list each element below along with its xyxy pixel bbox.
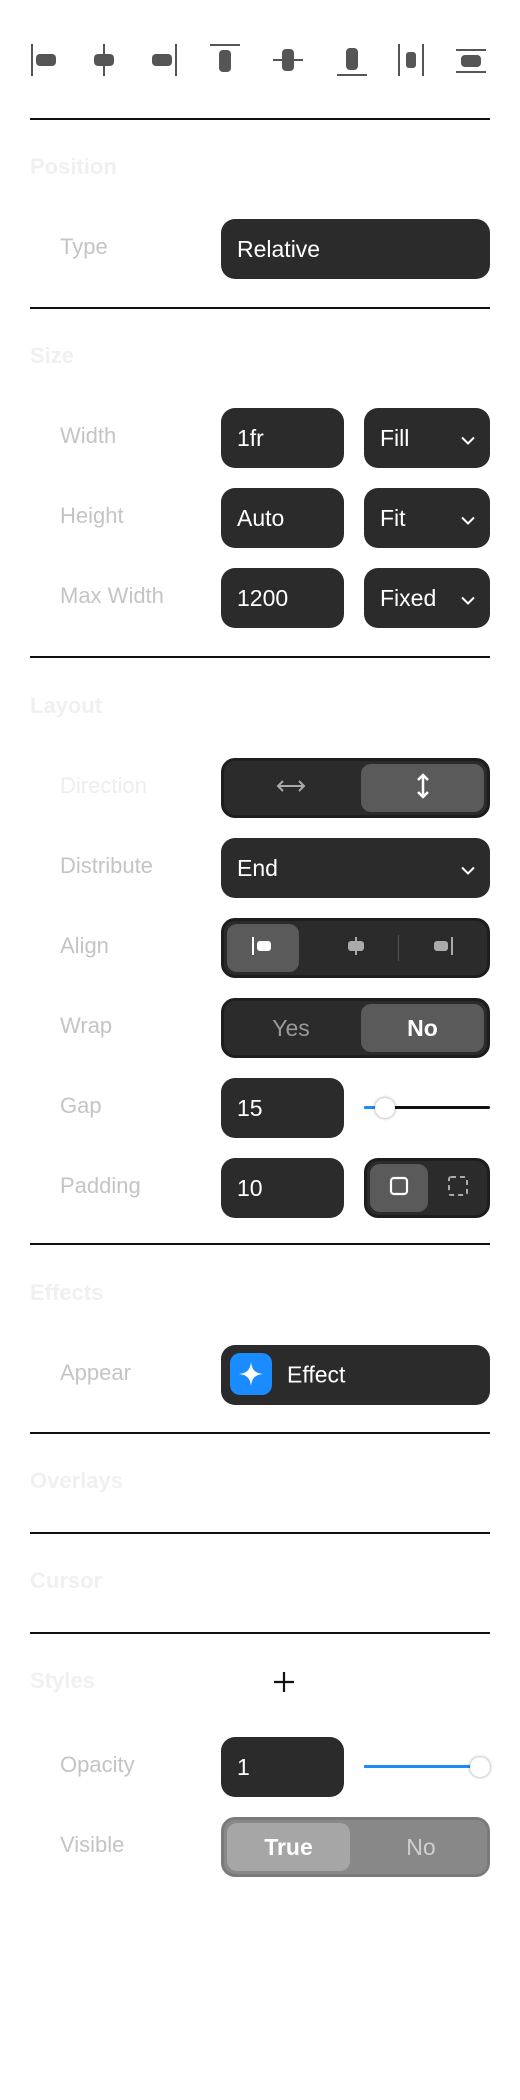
align-center-vertical-icon[interactable]: [271, 42, 305, 83]
gap-input[interactable]: 15: [221, 1078, 344, 1138]
distribute-select[interactable]: End: [221, 838, 490, 898]
max-width-value: 1200: [237, 584, 289, 611]
distribute-horizontal-icon[interactable]: [396, 42, 426, 83]
gap-slider[interactable]: [364, 1096, 490, 1120]
effect-label: Effect: [287, 1361, 346, 1388]
section-title-effects: Effects: [30, 1280, 104, 1305]
visible-true-button[interactable]: True: [227, 1823, 350, 1871]
divider: [30, 1243, 490, 1245]
direction-toggle: [221, 758, 490, 818]
divider: [30, 1632, 490, 1634]
align-left-icon[interactable]: [30, 42, 62, 83]
section-title-overlays[interactable]: Overlays: [30, 1468, 123, 1494]
chevron-down-icon: [460, 585, 476, 612]
align-toggle: [221, 918, 490, 978]
width-value: 1fr: [237, 424, 264, 451]
section-title-size: Size: [30, 343, 75, 368]
slider-thumb[interactable]: [375, 1098, 395, 1118]
visible-no-button[interactable]: No: [358, 1823, 484, 1871]
direction-vertical-button[interactable]: [361, 764, 484, 812]
height-label: Height: [60, 503, 124, 528]
chevron-down-icon: [460, 425, 476, 452]
distribute-value: End: [237, 854, 278, 881]
align-center-icon: [343, 935, 369, 962]
align-end-button[interactable]: [406, 924, 478, 972]
width-mode-value: Fill: [380, 424, 410, 451]
max-width-label: Max Width: [60, 583, 164, 608]
padding-value: 10: [237, 1174, 263, 1201]
gap-label: Gap: [60, 1093, 102, 1118]
type-label: Type: [60, 234, 108, 259]
section-title-cursor[interactable]: Cursor: [30, 1568, 102, 1594]
opacity-label: Opacity: [60, 1752, 135, 1777]
height-mode-select[interactable]: Fit: [364, 488, 490, 548]
arrow-horizontal-icon: [274, 778, 308, 799]
opacity-input[interactable]: 1: [221, 1737, 344, 1797]
padding-uniform-button[interactable]: [370, 1164, 428, 1212]
align-top-icon[interactable]: [208, 42, 242, 83]
height-mode-value: Fit: [380, 504, 406, 531]
max-width-mode-value: Fixed: [380, 584, 437, 611]
divider: [30, 656, 490, 658]
divider: [30, 118, 490, 120]
section-title-position: Position: [30, 154, 117, 179]
direction-horizontal-button[interactable]: [227, 764, 355, 812]
height-input[interactable]: Auto: [221, 488, 344, 548]
opacity-slider[interactable]: [364, 1755, 490, 1779]
align-center-horizontal-icon[interactable]: [88, 42, 120, 83]
divider: [30, 307, 490, 309]
chevron-down-icon: [460, 855, 476, 882]
plus-icon[interactable]: [272, 1670, 296, 1699]
align-start-icon: [250, 935, 276, 962]
dashed-square-icon: [446, 1174, 470, 1203]
slider-fill: [364, 1765, 480, 1768]
align-bottom-icon[interactable]: [335, 42, 369, 83]
padding-label: Padding: [60, 1173, 141, 1198]
type-select[interactable]: Relative: [221, 219, 490, 279]
wrap-yes-button[interactable]: Yes: [227, 1004, 355, 1052]
opacity-value: 1: [237, 1753, 250, 1780]
distribute-label: Distribute: [60, 853, 153, 878]
wrap-label: Wrap: [60, 1013, 113, 1038]
padding-mode-toggle: [364, 1158, 490, 1218]
divider: [30, 1432, 490, 1434]
distribute-vertical-icon[interactable]: [454, 42, 488, 83]
padding-individual-button[interactable]: [431, 1164, 484, 1212]
visible-toggle: True No: [221, 1817, 490, 1877]
max-width-input[interactable]: 1200: [221, 568, 344, 628]
align-right-icon[interactable]: [146, 42, 178, 83]
slider-thumb[interactable]: [470, 1757, 490, 1777]
padding-input[interactable]: 10: [221, 1158, 344, 1218]
chevron-down-icon: [460, 505, 476, 532]
height-value: Auto: [237, 504, 285, 531]
align-end-icon: [429, 935, 455, 962]
section-title-layout: Layout: [30, 693, 103, 718]
gap-value: 15: [237, 1094, 263, 1121]
max-width-mode-select[interactable]: Fixed: [364, 568, 490, 628]
visible-label: Visible: [60, 1832, 125, 1857]
square-icon: [388, 1175, 410, 1202]
effect-button[interactable]: Effect: [221, 1345, 490, 1405]
align-label: Align: [60, 933, 109, 958]
width-input[interactable]: 1fr: [221, 408, 344, 468]
width-mode-select[interactable]: Fill: [364, 408, 490, 468]
direction-label: Direction: [60, 773, 147, 798]
wrap-no-button[interactable]: No: [361, 1004, 484, 1052]
align-start-button[interactable]: [227, 924, 299, 972]
arrow-vertical-icon: [415, 771, 431, 806]
divider: [30, 1532, 490, 1534]
sparkle-icon: [230, 1353, 272, 1395]
section-title-styles: Styles: [30, 1668, 95, 1693]
divider: [398, 935, 399, 961]
wrap-toggle: Yes No: [221, 998, 490, 1058]
appear-label: Appear: [60, 1360, 131, 1385]
align-center-button[interactable]: [320, 924, 392, 972]
type-value: Relative: [237, 235, 321, 262]
width-label: Width: [60, 423, 117, 448]
